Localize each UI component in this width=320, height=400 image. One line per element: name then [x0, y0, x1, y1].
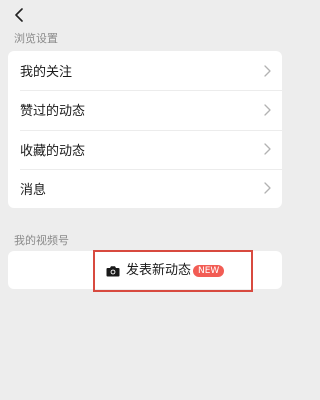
chevron-right-icon [264, 143, 271, 155]
settings-item-label: 我的关注 [20, 65, 73, 81]
settings-item-liked-posts[interactable]: 赞过的动态 [8, 90, 282, 129]
section-title-browse-settings: 浏览设置 [14, 32, 58, 45]
chevron-left-icon [15, 8, 23, 22]
chevron-right-icon [264, 64, 271, 77]
settings-item-label: 消息 [20, 182, 47, 198]
top-bar [0, 0, 290, 30]
settings-item-label: 赞过的动态 [20, 104, 86, 120]
post-new-update-button[interactable]: 发表新动态 NEW [93, 250, 253, 292]
section-title-my-channel: 我的视频号 [14, 234, 69, 247]
settings-item-label: 收藏的动态 [20, 143, 86, 159]
post-new-update-label: 发表新动态 [126, 263, 192, 278]
settings-item-saved-posts[interactable]: 收藏的动态 [8, 129, 282, 169]
camera-icon [106, 266, 120, 277]
chevron-right-icon [264, 182, 271, 195]
settings-item-following[interactable]: 我的关注 [8, 51, 282, 90]
back-button[interactable] [8, 4, 30, 26]
chevron-right-icon [264, 104, 271, 116]
browse-settings-card: 我的关注 赞过的动态 收藏的动态 消息 [8, 51, 282, 208]
settings-item-messages[interactable]: 消息 [8, 168, 282, 208]
new-badge: NEW [193, 265, 225, 277]
